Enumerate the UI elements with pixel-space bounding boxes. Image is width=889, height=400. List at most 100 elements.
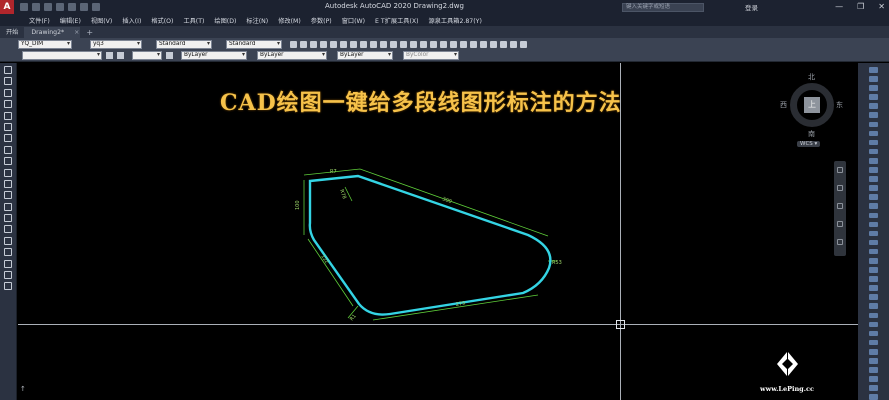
design-center-icon[interactable] (470, 40, 477, 48)
region-tool-icon[interactable] (4, 248, 12, 257)
insert-block-icon[interactable] (4, 191, 12, 200)
viewcube-top-face[interactable]: 上 (804, 97, 820, 113)
point-tool-icon[interactable] (4, 214, 12, 223)
save-as-icon[interactable] (56, 3, 64, 11)
undo-icon[interactable] (80, 3, 88, 11)
join-tool-icon[interactable] (869, 185, 878, 191)
viewcube[interactable]: 上 北 南 东 西 (780, 71, 850, 141)
drawing-canvas[interactable]: CAD绘图一键给多段线图形标注的方法 R7 R78 100 R53 300 12… (18, 63, 858, 400)
showmotion-icon[interactable] (837, 239, 843, 245)
multileader-style-select[interactable]: yq3 (90, 39, 142, 49)
new-icon[interactable] (290, 40, 297, 48)
make-current-icon[interactable] (117, 52, 124, 59)
revision-cloud-icon[interactable] (4, 145, 12, 154)
center-mark-icon[interactable] (869, 358, 878, 364)
redo-icon[interactable] (410, 40, 417, 48)
dim-linear-icon[interactable] (869, 230, 878, 237)
menu-item-et-tools[interactable]: E T扩展工具(X) (375, 16, 418, 25)
menu-item-dimension[interactable]: 标注(N) (246, 16, 268, 25)
sign-in-button[interactable]: 登录 (745, 2, 758, 12)
break-tool-icon[interactable] (869, 176, 878, 182)
menu-item-yq-toolbox[interactable]: 源泉工具箱2.87(Y) (429, 16, 482, 25)
circle-tool-icon[interactable] (4, 134, 12, 143)
compass-south[interactable]: 南 (808, 129, 815, 139)
ellipse-arc-icon[interactable] (4, 179, 12, 188)
search-input[interactable]: 键入关键字或短语 (622, 3, 704, 12)
offset-tool-icon[interactable] (869, 94, 878, 100)
zoom-window-icon[interactable] (440, 40, 447, 48)
pan-nav-icon[interactable] (837, 185, 843, 191)
dim-baseline-icon[interactable] (869, 312, 878, 319)
properties-icon[interactable] (460, 40, 467, 48)
menu-item-insert[interactable]: 插入(I) (122, 16, 141, 25)
fillet-tool-icon[interactable] (869, 203, 878, 209)
zoom-previous-icon[interactable] (450, 40, 457, 48)
dim-style-icon[interactable] (869, 394, 878, 400)
construction-line-icon[interactable] (4, 77, 12, 86)
linetype-select[interactable]: ByLayer (181, 51, 247, 60)
close-button[interactable]: ✕ (878, 2, 885, 11)
sheet-set-icon[interactable] (490, 40, 497, 48)
dim-edit-icon[interactable] (869, 376, 878, 382)
stretch-tool-icon[interactable] (869, 139, 878, 146)
polygon-tool-icon[interactable] (4, 100, 12, 109)
menu-item-file[interactable]: 文件(F) (29, 16, 50, 25)
copy-icon[interactable] (360, 40, 367, 48)
compass-west[interactable]: 西 (780, 100, 787, 110)
markup-icon[interactable] (500, 40, 507, 48)
menu-item-view[interactable]: 视图(V) (91, 16, 112, 25)
dim-break-icon[interactable] (869, 339, 878, 346)
gradient-tool-icon[interactable] (4, 236, 12, 245)
arc-tool-icon[interactable] (4, 122, 12, 131)
dim-aligned-icon[interactable] (869, 239, 878, 246)
copy-tool-icon[interactable] (869, 76, 878, 82)
trim-tool-icon[interactable] (869, 148, 878, 155)
compass-north[interactable]: 北 (808, 72, 815, 82)
tolerance-icon[interactable] (869, 348, 878, 355)
menu-item-draw[interactable]: 绘图(D) (214, 16, 236, 25)
help-icon[interactable] (520, 40, 527, 48)
array-tool-icon[interactable] (869, 103, 878, 109)
break-point-icon[interactable] (869, 167, 878, 173)
preview-icon[interactable] (330, 40, 337, 48)
zoom-realtime-icon[interactable] (430, 40, 437, 48)
quickcalc-icon[interactable] (510, 40, 517, 48)
menu-item-parametric[interactable]: 参数(P) (311, 16, 332, 25)
polyline-tool-icon[interactable] (4, 88, 12, 97)
paste-icon[interactable] (370, 40, 377, 48)
blend-tool-icon[interactable] (869, 212, 878, 219)
publish-icon[interactable] (340, 40, 347, 48)
save-icon[interactable] (310, 40, 317, 48)
open-file-icon[interactable] (32, 3, 40, 11)
rotate-tool-icon[interactable] (869, 121, 878, 128)
open-icon[interactable] (300, 40, 307, 48)
dim-space-icon[interactable] (869, 330, 878, 337)
autocad-logo-icon[interactable]: A (0, 0, 14, 14)
dim-ordinate-icon[interactable] (869, 257, 878, 264)
dim-continue-icon[interactable] (869, 321, 878, 328)
ellipse-tool-icon[interactable] (4, 168, 12, 177)
dim-angular-icon[interactable] (869, 294, 878, 300)
save-icon[interactable] (44, 3, 52, 11)
make-block-icon[interactable] (4, 202, 12, 211)
dim-update-icon[interactable] (869, 385, 878, 391)
linetype-select-2[interactable]: ByLayer (257, 51, 327, 60)
color-select[interactable] (132, 51, 162, 60)
rectangle-tool-icon[interactable] (4, 111, 12, 120)
undo-icon[interactable] (400, 40, 407, 48)
move-tool-icon[interactable] (869, 112, 878, 119)
mirror-tool-icon[interactable] (869, 85, 878, 91)
quick-dim-icon[interactable] (869, 303, 878, 310)
compass-east[interactable]: 东 (836, 100, 843, 110)
new-tab-button[interactable]: + (86, 27, 93, 38)
new-file-icon[interactable] (20, 3, 28, 11)
scale-tool-icon[interactable] (869, 130, 878, 137)
menu-item-tools[interactable]: 工具(T) (183, 16, 204, 25)
dimstyle-select[interactable]: YQ_DIM (18, 39, 72, 49)
dim-radius-icon[interactable] (869, 267, 878, 273)
tab-start[interactable]: 开始 (0, 27, 26, 38)
layer-properties-icon[interactable] (106, 52, 113, 59)
maximize-button[interactable]: ❐ (857, 2, 864, 11)
orbit-icon[interactable] (837, 221, 843, 227)
plot-icon[interactable] (320, 40, 327, 48)
